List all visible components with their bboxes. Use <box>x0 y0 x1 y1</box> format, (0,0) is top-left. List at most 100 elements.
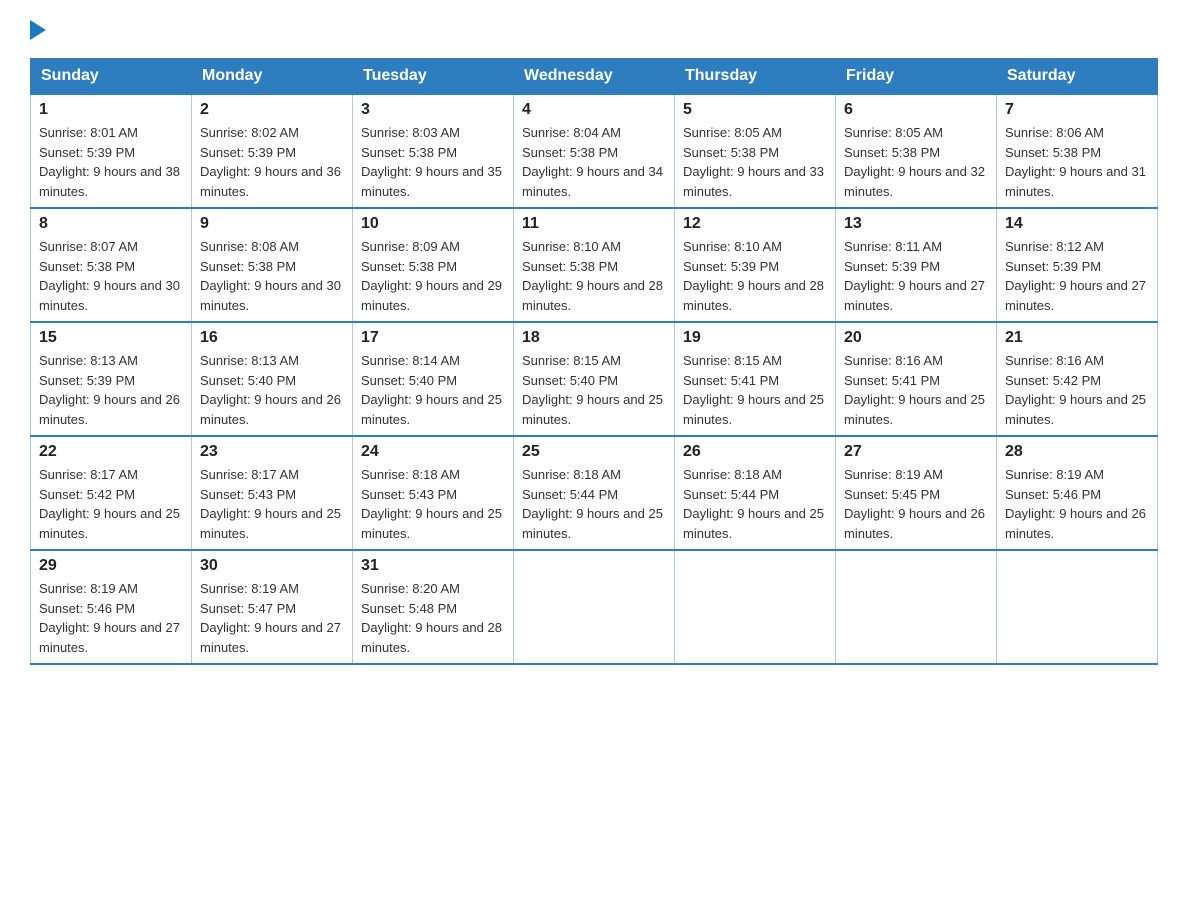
calendar-cell: 8 Sunrise: 8:07 AM Sunset: 5:38 PM Dayli… <box>31 208 192 322</box>
day-number: 28 <box>1005 443 1149 461</box>
day-number: 6 <box>844 101 988 119</box>
logo <box>30 20 52 40</box>
day-info: Sunrise: 8:20 AM Sunset: 5:48 PM Dayligh… <box>361 579 505 657</box>
day-info: Sunrise: 8:15 AM Sunset: 5:41 PM Dayligh… <box>683 351 827 429</box>
day-number: 14 <box>1005 215 1149 233</box>
calendar-cell: 29 Sunrise: 8:19 AM Sunset: 5:46 PM Dayl… <box>31 550 192 664</box>
calendar-cell: 10 Sunrise: 8:09 AM Sunset: 5:38 PM Dayl… <box>353 208 514 322</box>
calendar-cell: 27 Sunrise: 8:19 AM Sunset: 5:45 PM Dayl… <box>836 436 997 550</box>
calendar-cell: 15 Sunrise: 8:13 AM Sunset: 5:39 PM Dayl… <box>31 322 192 436</box>
calendar-cell: 13 Sunrise: 8:11 AM Sunset: 5:39 PM Dayl… <box>836 208 997 322</box>
calendar-header-saturday: Saturday <box>997 59 1158 95</box>
calendar-cell: 21 Sunrise: 8:16 AM Sunset: 5:42 PM Dayl… <box>997 322 1158 436</box>
day-info: Sunrise: 8:05 AM Sunset: 5:38 PM Dayligh… <box>683 123 827 201</box>
calendar-header-row: SundayMondayTuesdayWednesdayThursdayFrid… <box>31 59 1158 95</box>
calendar-week-row: 22 Sunrise: 8:17 AM Sunset: 5:42 PM Dayl… <box>31 436 1158 550</box>
calendar-header-sunday: Sunday <box>31 59 192 95</box>
day-info: Sunrise: 8:19 AM Sunset: 5:47 PM Dayligh… <box>200 579 344 657</box>
day-info: Sunrise: 8:01 AM Sunset: 5:39 PM Dayligh… <box>39 123 183 201</box>
day-info: Sunrise: 8:06 AM Sunset: 5:38 PM Dayligh… <box>1005 123 1149 201</box>
calendar-cell: 19 Sunrise: 8:15 AM Sunset: 5:41 PM Dayl… <box>675 322 836 436</box>
calendar-week-row: 29 Sunrise: 8:19 AM Sunset: 5:46 PM Dayl… <box>31 550 1158 664</box>
day-info: Sunrise: 8:18 AM Sunset: 5:44 PM Dayligh… <box>683 465 827 543</box>
calendar-cell: 4 Sunrise: 8:04 AM Sunset: 5:38 PM Dayli… <box>514 94 675 208</box>
day-number: 19 <box>683 329 827 347</box>
day-number: 2 <box>200 101 344 119</box>
day-number: 23 <box>200 443 344 461</box>
day-number: 26 <box>683 443 827 461</box>
day-number: 7 <box>1005 101 1149 119</box>
calendar-header-thursday: Thursday <box>675 59 836 95</box>
page-header <box>30 20 1158 40</box>
day-info: Sunrise: 8:18 AM Sunset: 5:43 PM Dayligh… <box>361 465 505 543</box>
day-number: 5 <box>683 101 827 119</box>
calendar-cell: 7 Sunrise: 8:06 AM Sunset: 5:38 PM Dayli… <box>997 94 1158 208</box>
calendar-cell: 1 Sunrise: 8:01 AM Sunset: 5:39 PM Dayli… <box>31 94 192 208</box>
calendar-header-tuesday: Tuesday <box>353 59 514 95</box>
day-info: Sunrise: 8:19 AM Sunset: 5:46 PM Dayligh… <box>1005 465 1149 543</box>
calendar-week-row: 15 Sunrise: 8:13 AM Sunset: 5:39 PM Dayl… <box>31 322 1158 436</box>
calendar-cell: 18 Sunrise: 8:15 AM Sunset: 5:40 PM Dayl… <box>514 322 675 436</box>
calendar-cell: 17 Sunrise: 8:14 AM Sunset: 5:40 PM Dayl… <box>353 322 514 436</box>
day-number: 21 <box>1005 329 1149 347</box>
day-info: Sunrise: 8:03 AM Sunset: 5:38 PM Dayligh… <box>361 123 505 201</box>
day-info: Sunrise: 8:16 AM Sunset: 5:41 PM Dayligh… <box>844 351 988 429</box>
day-number: 3 <box>361 101 505 119</box>
day-number: 10 <box>361 215 505 233</box>
calendar-header-monday: Monday <box>192 59 353 95</box>
calendar-week-row: 8 Sunrise: 8:07 AM Sunset: 5:38 PM Dayli… <box>31 208 1158 322</box>
calendar-cell: 23 Sunrise: 8:17 AM Sunset: 5:43 PM Dayl… <box>192 436 353 550</box>
day-number: 16 <box>200 329 344 347</box>
day-number: 29 <box>39 557 183 575</box>
day-info: Sunrise: 8:04 AM Sunset: 5:38 PM Dayligh… <box>522 123 666 201</box>
day-info: Sunrise: 8:11 AM Sunset: 5:39 PM Dayligh… <box>844 237 988 315</box>
day-info: Sunrise: 8:17 AM Sunset: 5:43 PM Dayligh… <box>200 465 344 543</box>
calendar-cell: 30 Sunrise: 8:19 AM Sunset: 5:47 PM Dayl… <box>192 550 353 664</box>
calendar-cell: 31 Sunrise: 8:20 AM Sunset: 5:48 PM Dayl… <box>353 550 514 664</box>
calendar-cell: 12 Sunrise: 8:10 AM Sunset: 5:39 PM Dayl… <box>675 208 836 322</box>
calendar-cell: 20 Sunrise: 8:16 AM Sunset: 5:41 PM Dayl… <box>836 322 997 436</box>
calendar-cell: 14 Sunrise: 8:12 AM Sunset: 5:39 PM Dayl… <box>997 208 1158 322</box>
day-info: Sunrise: 8:10 AM Sunset: 5:38 PM Dayligh… <box>522 237 666 315</box>
day-info: Sunrise: 8:13 AM Sunset: 5:39 PM Dayligh… <box>39 351 183 429</box>
calendar-cell: 6 Sunrise: 8:05 AM Sunset: 5:38 PM Dayli… <box>836 94 997 208</box>
calendar-cell <box>675 550 836 664</box>
day-info: Sunrise: 8:05 AM Sunset: 5:38 PM Dayligh… <box>844 123 988 201</box>
calendar-cell: 28 Sunrise: 8:19 AM Sunset: 5:46 PM Dayl… <box>997 436 1158 550</box>
calendar-cell: 5 Sunrise: 8:05 AM Sunset: 5:38 PM Dayli… <box>675 94 836 208</box>
day-number: 4 <box>522 101 666 119</box>
day-number: 12 <box>683 215 827 233</box>
day-number: 30 <box>200 557 344 575</box>
day-info: Sunrise: 8:12 AM Sunset: 5:39 PM Dayligh… <box>1005 237 1149 315</box>
calendar-cell: 26 Sunrise: 8:18 AM Sunset: 5:44 PM Dayl… <box>675 436 836 550</box>
day-number: 20 <box>844 329 988 347</box>
day-number: 24 <box>361 443 505 461</box>
calendar-cell: 2 Sunrise: 8:02 AM Sunset: 5:39 PM Dayli… <box>192 94 353 208</box>
calendar-cell <box>514 550 675 664</box>
day-info: Sunrise: 8:19 AM Sunset: 5:46 PM Dayligh… <box>39 579 183 657</box>
calendar-cell <box>997 550 1158 664</box>
day-info: Sunrise: 8:15 AM Sunset: 5:40 PM Dayligh… <box>522 351 666 429</box>
calendar-week-row: 1 Sunrise: 8:01 AM Sunset: 5:39 PM Dayli… <box>31 94 1158 208</box>
day-info: Sunrise: 8:17 AM Sunset: 5:42 PM Dayligh… <box>39 465 183 543</box>
calendar-cell: 25 Sunrise: 8:18 AM Sunset: 5:44 PM Dayl… <box>514 436 675 550</box>
day-info: Sunrise: 8:02 AM Sunset: 5:39 PM Dayligh… <box>200 123 344 201</box>
day-info: Sunrise: 8:16 AM Sunset: 5:42 PM Dayligh… <box>1005 351 1149 429</box>
calendar-cell: 16 Sunrise: 8:13 AM Sunset: 5:40 PM Dayl… <box>192 322 353 436</box>
day-info: Sunrise: 8:10 AM Sunset: 5:39 PM Dayligh… <box>683 237 827 315</box>
day-number: 31 <box>361 557 505 575</box>
day-number: 27 <box>844 443 988 461</box>
day-number: 8 <box>39 215 183 233</box>
day-number: 11 <box>522 215 666 233</box>
day-info: Sunrise: 8:18 AM Sunset: 5:44 PM Dayligh… <box>522 465 666 543</box>
day-number: 9 <box>200 215 344 233</box>
day-info: Sunrise: 8:13 AM Sunset: 5:40 PM Dayligh… <box>200 351 344 429</box>
day-number: 1 <box>39 101 183 119</box>
calendar-header-friday: Friday <box>836 59 997 95</box>
calendar-cell: 11 Sunrise: 8:10 AM Sunset: 5:38 PM Dayl… <box>514 208 675 322</box>
day-info: Sunrise: 8:09 AM Sunset: 5:38 PM Dayligh… <box>361 237 505 315</box>
day-info: Sunrise: 8:19 AM Sunset: 5:45 PM Dayligh… <box>844 465 988 543</box>
calendar-cell: 9 Sunrise: 8:08 AM Sunset: 5:38 PM Dayli… <box>192 208 353 322</box>
calendar-cell: 3 Sunrise: 8:03 AM Sunset: 5:38 PM Dayli… <box>353 94 514 208</box>
day-number: 22 <box>39 443 183 461</box>
